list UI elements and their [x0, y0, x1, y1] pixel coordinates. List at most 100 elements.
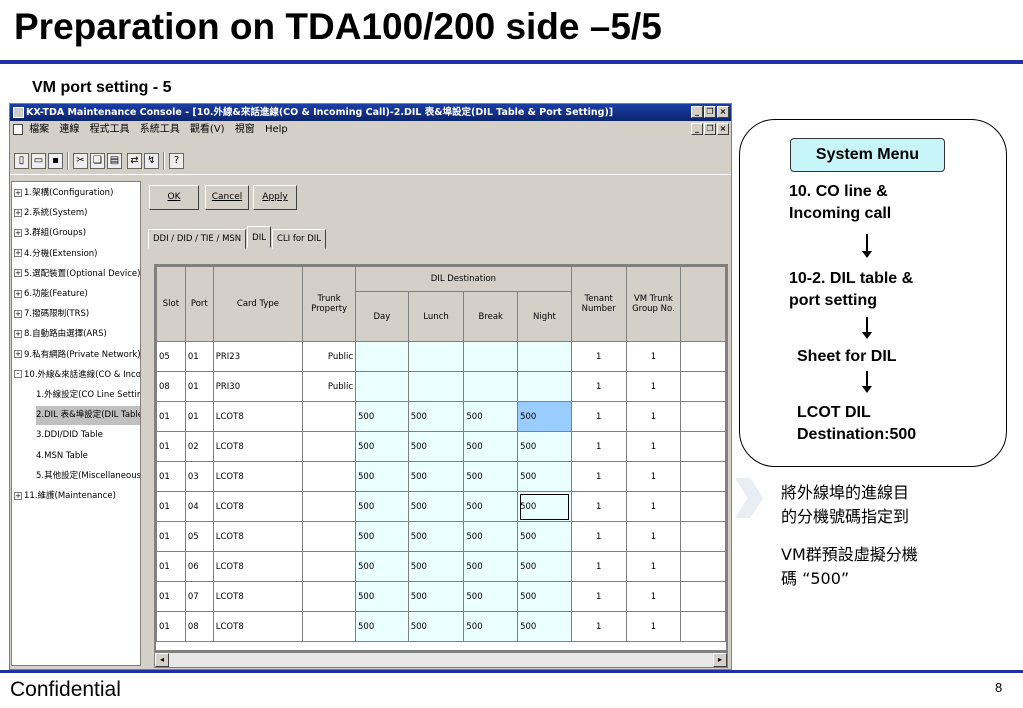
cell-trunk-property[interactable]	[302, 611, 357, 642]
header-port[interactable]: Port	[184, 266, 214, 342]
new-file-icon[interactable]: ▯	[14, 153, 29, 169]
cell-slot[interactable]: 01	[156, 431, 186, 462]
cell-port[interactable]: 05	[184, 521, 214, 552]
expand-icon[interactable]: +	[14, 329, 22, 338]
apply-button[interactable]: Apply	[253, 185, 297, 210]
copy-icon[interactable]: ❏	[90, 153, 105, 169]
cell-night[interactable]: 500	[517, 461, 572, 492]
tree-item[interactable]: 2.DIL 表&埠設定(DIL Table &	[36, 406, 140, 426]
cell-port[interactable]: 02	[184, 431, 214, 462]
cell-vm-trunk[interactable]: 1	[625, 611, 682, 642]
menu-help[interactable]: Help	[265, 124, 288, 135]
cell-break[interactable]: 500	[463, 521, 519, 552]
cell-lunch[interactable]: 500	[407, 581, 465, 612]
cell-card-type[interactable]: LCOT8	[212, 431, 304, 462]
tree-item[interactable]: +6.功能(Feature)	[14, 285, 88, 304]
cell-slot[interactable]: 08	[156, 371, 186, 402]
menu-system-tools[interactable]: 系統工具	[140, 124, 180, 135]
cell-card-type[interactable]: LCOT8	[212, 581, 304, 612]
cell-port[interactable]: 03	[184, 461, 214, 492]
cell-vm-trunk[interactable]: 1	[625, 341, 682, 372]
cell-port[interactable]: 06	[184, 551, 214, 582]
expand-icon[interactable]: +	[14, 350, 22, 359]
cell-port[interactable]: 01	[184, 401, 214, 432]
collapse-icon[interactable]: -	[14, 370, 22, 379]
cell-break[interactable]: 500	[463, 401, 519, 432]
tree-item[interactable]: +8.自動路由選擇(ARS)	[14, 325, 107, 344]
cell-day[interactable]: 500	[355, 491, 409, 522]
disconnect-icon[interactable]: ↯	[144, 153, 159, 169]
cell-break[interactable]	[463, 371, 519, 402]
paste-icon[interactable]: ▤	[107, 153, 122, 169]
menu-file[interactable]: 檔案	[29, 124, 49, 135]
cell-trunk-property[interactable]	[302, 521, 357, 552]
header-tenant-number[interactable]: Tenant Number	[570, 266, 627, 342]
cell-slot[interactable]: 01	[156, 581, 186, 612]
cell-tenant[interactable]: 1	[570, 521, 627, 552]
tree-item[interactable]: +11.維護(Maintenance)	[14, 487, 116, 506]
cell-port[interactable]: 08	[184, 611, 214, 642]
cell-port[interactable]: 01	[184, 341, 214, 372]
cancel-button[interactable]: Cancel	[205, 185, 249, 210]
expand-icon[interactable]: +	[14, 249, 22, 258]
cell-slot[interactable]: 01	[156, 491, 186, 522]
cell-lunch[interactable]: 500	[407, 611, 465, 642]
cell-card-type[interactable]: PRI30	[212, 371, 304, 402]
cell-break[interactable]: 500	[463, 431, 519, 462]
cell-day[interactable]: 500	[355, 551, 409, 582]
restore-icon[interactable]: ❐	[704, 106, 716, 118]
cell-trunk-property[interactable]	[302, 581, 357, 612]
expand-icon[interactable]: +	[14, 491, 22, 500]
cell-night[interactable]: 500	[517, 401, 572, 432]
cell-night[interactable]	[517, 341, 572, 372]
cell-day[interactable]: 500	[355, 431, 409, 462]
cell-lunch[interactable]	[407, 371, 465, 402]
cell-port[interactable]: 04	[184, 491, 214, 522]
header-trunk-property[interactable]: Trunk Property	[302, 266, 357, 342]
expand-icon[interactable]: +	[14, 228, 22, 237]
cell-lunch[interactable]: 500	[407, 401, 465, 432]
cell-trunk-property[interactable]: Public	[302, 371, 357, 402]
header-card-type[interactable]: Card Type	[212, 266, 304, 342]
tree-item[interactable]: +3.群組(Groups)	[14, 224, 86, 243]
expand-icon[interactable]: +	[14, 289, 22, 298]
cell-trunk-property[interactable]	[302, 461, 357, 492]
cell-trunk-property[interactable]	[302, 551, 357, 582]
cell-night[interactable]: 500	[517, 431, 572, 462]
minimize-icon[interactable]: _	[691, 106, 703, 118]
cell-lunch[interactable]: 500	[407, 491, 465, 522]
tree-item[interactable]: +4.分機(Extension)	[14, 245, 97, 264]
header-night[interactable]: Night	[517, 291, 572, 342]
cell-lunch[interactable]: 500	[407, 461, 465, 492]
tree-item[interactable]: +1.架構(Configuration)	[14, 184, 113, 203]
cell-trunk-property[interactable]: Public	[302, 341, 357, 372]
tree-item[interactable]: -10.外線&來話進線(CO & Incomin	[14, 366, 140, 385]
cell-port[interactable]: 07	[184, 581, 214, 612]
cell-lunch[interactable]	[407, 341, 465, 372]
tree-item[interactable]: 1.外線設定(CO Line Setting)	[36, 386, 140, 405]
cell-vm-trunk[interactable]: 1	[625, 461, 682, 492]
cell-vm-trunk[interactable]: 1	[625, 401, 682, 432]
save-icon[interactable]: ▪	[48, 153, 63, 169]
cell-tenant[interactable]: 1	[570, 491, 627, 522]
cell-trunk-property[interactable]	[302, 431, 357, 462]
menu-window[interactable]: 視窗	[235, 124, 255, 135]
cell-trunk-property[interactable]	[302, 401, 357, 432]
cell-card-type[interactable]: LCOT8	[212, 611, 304, 642]
cell-vm-trunk[interactable]: 1	[625, 491, 682, 522]
cell-night[interactable]	[517, 371, 572, 402]
child-restore-icon[interactable]: ❐	[704, 123, 716, 135]
header-dil-destination[interactable]: DIL Destination	[355, 266, 572, 292]
cell-card-type[interactable]: LCOT8	[212, 401, 304, 432]
cell-slot[interactable]: 01	[156, 521, 186, 552]
cell-night[interactable]: 500	[517, 491, 572, 522]
cell-port[interactable]: 01	[184, 371, 214, 402]
cell-trunk-property[interactable]	[302, 491, 357, 522]
tree-item[interactable]: 3.DDI/DID Table	[36, 426, 103, 445]
cell-lunch[interactable]: 500	[407, 551, 465, 582]
cell-break[interactable]: 500	[463, 611, 519, 642]
scroll-left-icon[interactable]: ◂	[155, 653, 169, 667]
menu-connect[interactable]: 連線	[59, 124, 79, 135]
cell-slot[interactable]: 01	[156, 611, 186, 642]
tab-dil[interactable]: DIL	[247, 226, 271, 248]
